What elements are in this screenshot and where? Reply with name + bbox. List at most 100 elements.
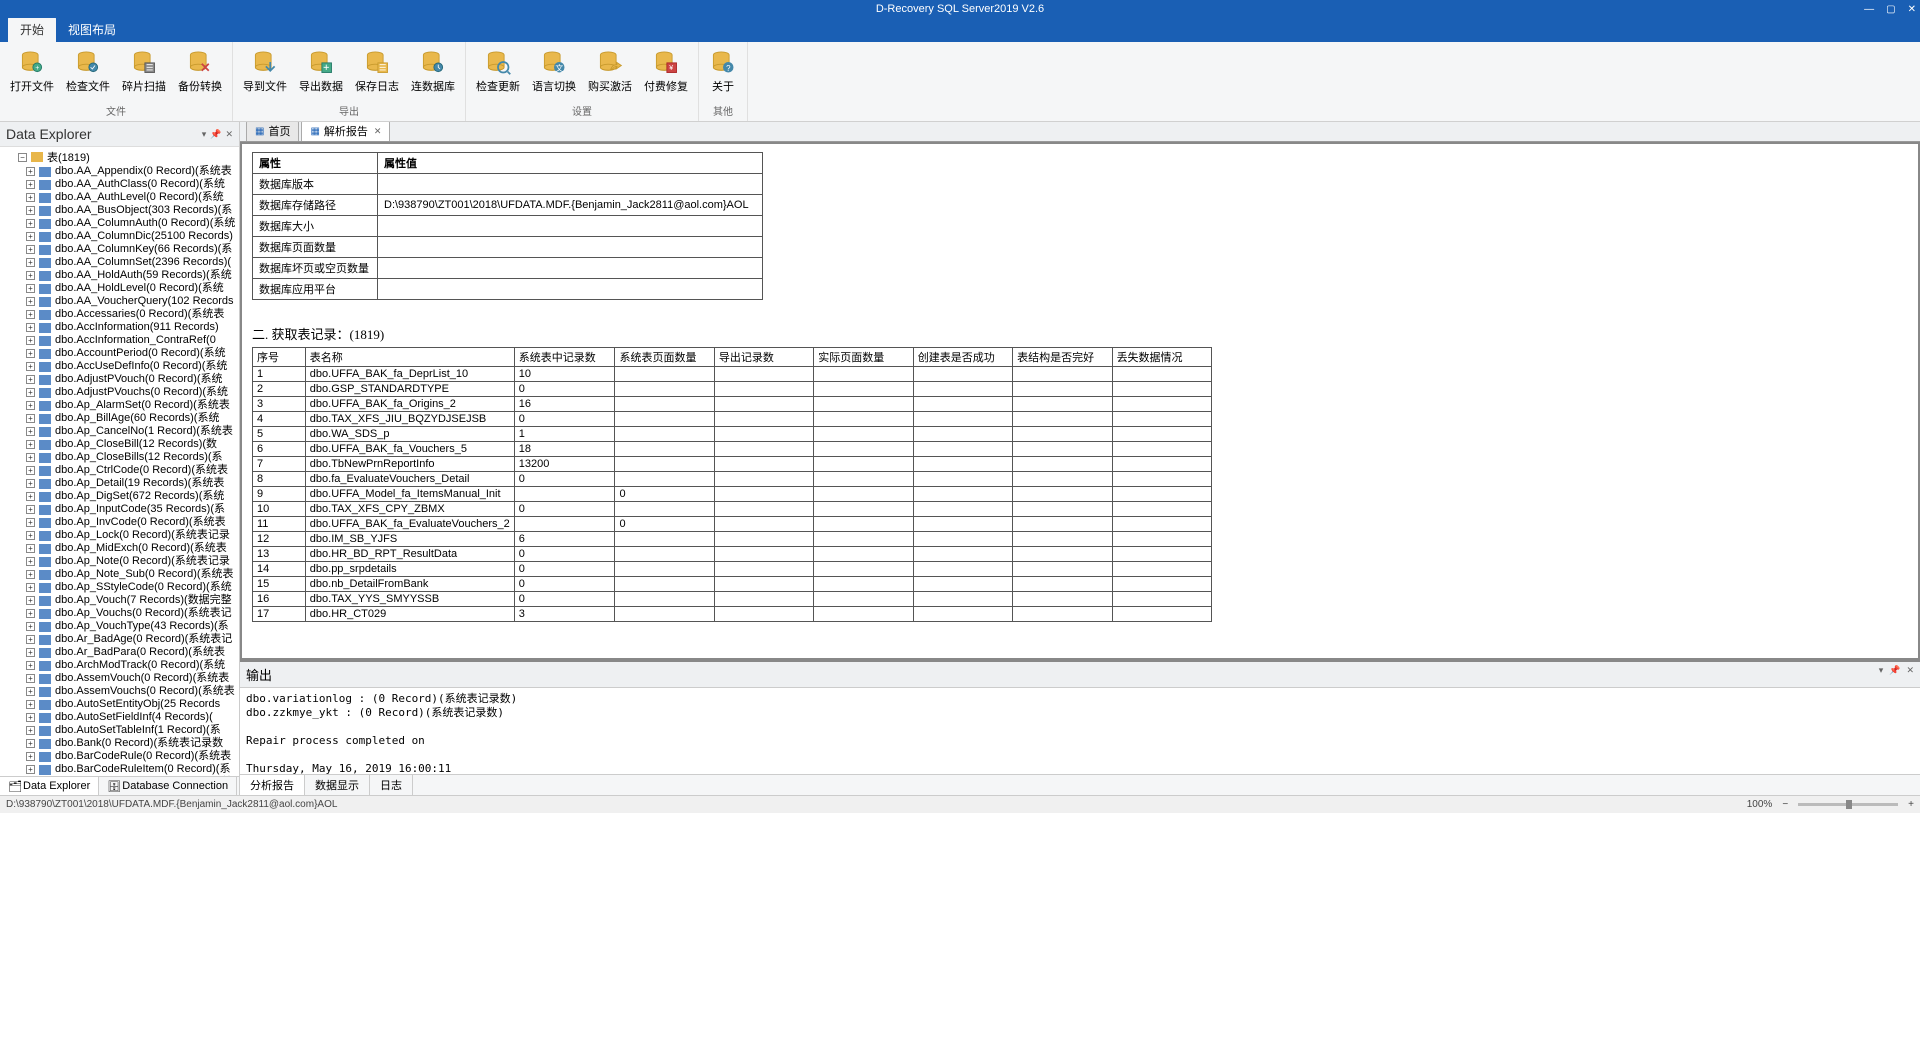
tree-node[interactable]: +dbo.AutoSetFieldInf(4 Records)(: [0, 711, 239, 724]
tree-node[interactable]: +dbo.Ap_DigSet(672 Records)(系统: [0, 490, 239, 503]
expand-icon[interactable]: +: [26, 596, 35, 605]
expand-icon[interactable]: +: [26, 713, 35, 722]
expand-icon[interactable]: +: [26, 180, 35, 189]
expand-icon[interactable]: +: [26, 362, 35, 371]
expand-icon[interactable]: +: [26, 271, 35, 280]
tree-node[interactable]: +dbo.AA_ColumnAuth(0 Record)(系统: [0, 217, 239, 230]
expand-icon[interactable]: +: [26, 674, 35, 683]
expand-icon[interactable]: +: [26, 648, 35, 657]
expand-icon[interactable]: +: [26, 336, 35, 345]
expand-icon[interactable]: +: [26, 453, 35, 462]
table-row[interactable]: 13dbo.HR_BD_RPT_ResultData0: [253, 547, 1212, 562]
ribbon-检查更新[interactable]: 检查更新: [470, 44, 526, 102]
tree-node[interactable]: +dbo.Ap_InvCode(0 Record)(系统表: [0, 516, 239, 529]
dropdown-icon[interactable]: ▾: [1879, 665, 1884, 684]
table-row[interactable]: 9dbo.UFFA_Model_fa_ItemsManual_Init0: [253, 487, 1212, 502]
tree-node[interactable]: +dbo.AA_VoucherQuery(102 Records: [0, 295, 239, 308]
zoom-in-icon[interactable]: +: [1908, 799, 1914, 810]
pin-icon[interactable]: 📌: [1889, 665, 1900, 684]
table-row[interactable]: 4dbo.TAX_XFS_JIU_BQZYDJSEJSB0: [253, 412, 1212, 427]
menutab-viewlayout[interactable]: 视图布局: [56, 17, 128, 42]
output-tab-data[interactable]: 数据显示: [305, 775, 370, 795]
expand-icon[interactable]: +: [26, 349, 35, 358]
tree-node[interactable]: +dbo.AA_HoldAuth(59 Records)(系统: [0, 269, 239, 282]
tree-node[interactable]: +dbo.AssemVouch(0 Record)(系统表: [0, 672, 239, 685]
tree-node[interactable]: +dbo.AA_Appendix(0 Record)(系统表: [0, 165, 239, 178]
ribbon-语言切换[interactable]: 文语言切换: [526, 44, 582, 102]
output-tab-log[interactable]: 日志: [370, 775, 413, 795]
tree-node[interactable]: +dbo.Ap_MidExch(0 Record)(系统表: [0, 542, 239, 555]
tree-node[interactable]: +dbo.Ap_CtrlCode(0 Record)(系统表: [0, 464, 239, 477]
expand-icon[interactable]: +: [26, 505, 35, 514]
expand-icon[interactable]: +: [26, 401, 35, 410]
expand-icon[interactable]: +: [26, 245, 35, 254]
tree-node[interactable]: +dbo.Ap_CancelNo(1 Record)(系统表: [0, 425, 239, 438]
tree-node[interactable]: +dbo.Ap_Vouchs(0 Record)(系统表记: [0, 607, 239, 620]
ribbon-保存日志[interactable]: 保存日志: [349, 44, 405, 102]
table-row[interactable]: 3dbo.UFFA_BAK_fa_Origins_216: [253, 397, 1212, 412]
tree-node[interactable]: +dbo.Ar_BadPara(0 Record)(系统表: [0, 646, 239, 659]
tree-view[interactable]: −表(1819)+dbo.AA_Appendix(0 Record)(系统表+d…: [0, 147, 239, 776]
tree-node[interactable]: +dbo.AA_HoldLevel(0 Record)(系统: [0, 282, 239, 295]
ribbon-关于[interactable]: ?关于: [703, 44, 743, 102]
tree-node[interactable]: +dbo.Ar_BadAge(0 Record)(系统表记: [0, 633, 239, 646]
expand-icon[interactable]: +: [26, 414, 35, 423]
expand-icon[interactable]: +: [26, 518, 35, 527]
tree-node[interactable]: +dbo.AssemVouchs(0 Record)(系统表: [0, 685, 239, 698]
tree-node[interactable]: +dbo.AA_AuthLevel(0 Record)(系统: [0, 191, 239, 204]
expand-icon[interactable]: +: [26, 375, 35, 384]
ribbon-打开文件[interactable]: +打开文件: [4, 44, 60, 102]
expand-icon[interactable]: +: [26, 609, 35, 618]
tree-node[interactable]: +dbo.AA_AuthClass(0 Record)(系统: [0, 178, 239, 191]
table-row[interactable]: 11dbo.UFFA_BAK_fa_EvaluateVouchers_20: [253, 517, 1212, 532]
tab-close-icon[interactable]: ✕: [374, 126, 382, 137]
menutab-start[interactable]: 开始: [8, 17, 56, 42]
tree-node[interactable]: +dbo.Ap_BillAge(60 Records)(系统: [0, 412, 239, 425]
expand-icon[interactable]: +: [26, 765, 35, 774]
table-row[interactable]: 6dbo.UFFA_BAK_fa_Vouchers_518: [253, 442, 1212, 457]
tree-node[interactable]: +dbo.Ap_CloseBills(12 Records)(系: [0, 451, 239, 464]
dropdown-icon[interactable]: ▾: [202, 129, 207, 140]
collapse-icon[interactable]: −: [18, 153, 27, 162]
ribbon-连数据库[interactable]: 连数据库: [405, 44, 461, 102]
maximize-icon[interactable]: ▢: [1886, 4, 1895, 15]
tree-node[interactable]: +dbo.Ap_CloseBill(12 Records)(数: [0, 438, 239, 451]
tree-node[interactable]: +dbo.AA_ColumnSet(2396 Records)(: [0, 256, 239, 269]
expand-icon[interactable]: +: [26, 531, 35, 540]
table-row[interactable]: 14dbo.pp_srpdetails0: [253, 562, 1212, 577]
tree-node[interactable]: +dbo.AA_ColumnDic(25100 Records): [0, 230, 239, 243]
doc-tab-home[interactable]: ▦首页: [246, 122, 299, 141]
expand-icon[interactable]: +: [26, 258, 35, 267]
tree-node[interactable]: +dbo.Ap_InputCode(35 Records)(系: [0, 503, 239, 516]
expand-icon[interactable]: +: [26, 310, 35, 319]
tree-node[interactable]: +dbo.AdjustPVouchs(0 Record)(系统: [0, 386, 239, 399]
expand-icon[interactable]: +: [26, 206, 35, 215]
expand-icon[interactable]: +: [26, 583, 35, 592]
tree-node[interactable]: +dbo.AutoSetEntityObj(25 Records: [0, 698, 239, 711]
pin-icon[interactable]: 📌: [210, 129, 221, 140]
ribbon-购买激活[interactable]: 购买激活: [582, 44, 638, 102]
zoom-slider[interactable]: [1798, 803, 1898, 806]
tree-node[interactable]: +dbo.BarCodeRuleItem(0 Record)(系: [0, 763, 239, 776]
table-row[interactable]: 5dbo.WA_SDS_p1: [253, 427, 1212, 442]
tree-node[interactable]: +dbo.Bank(0 Record)(系统表记录数: [0, 737, 239, 750]
tree-node[interactable]: +dbo.Ap_Detail(19 Records)(系统表: [0, 477, 239, 490]
tree-node[interactable]: +dbo.AA_ColumnKey(66 Records)(系: [0, 243, 239, 256]
expand-icon[interactable]: +: [26, 739, 35, 748]
tree-node[interactable]: +dbo.BarCodeRule(0 Record)(系统表: [0, 750, 239, 763]
expand-icon[interactable]: +: [26, 219, 35, 228]
expand-icon[interactable]: +: [26, 492, 35, 501]
tree-node[interactable]: +dbo.Accessaries(0 Record)(系统表: [0, 308, 239, 321]
expand-icon[interactable]: +: [26, 388, 35, 397]
minimize-icon[interactable]: —: [1864, 4, 1874, 15]
doc-tab-report[interactable]: ▦解析报告✕: [301, 122, 390, 141]
tree-node[interactable]: +dbo.AdjustPVouch(0 Record)(系统: [0, 373, 239, 386]
panel-close-icon[interactable]: ✕: [1906, 665, 1914, 684]
table-row[interactable]: 8dbo.fa_EvaluateVouchers_Detail0: [253, 472, 1212, 487]
expand-icon[interactable]: +: [26, 570, 35, 579]
expand-icon[interactable]: +: [26, 700, 35, 709]
expand-icon[interactable]: +: [26, 557, 35, 566]
tree-node[interactable]: +dbo.AccInformation_ContraRef(0: [0, 334, 239, 347]
expand-icon[interactable]: +: [26, 635, 35, 644]
ribbon-备份转换[interactable]: 备份转换: [172, 44, 228, 102]
